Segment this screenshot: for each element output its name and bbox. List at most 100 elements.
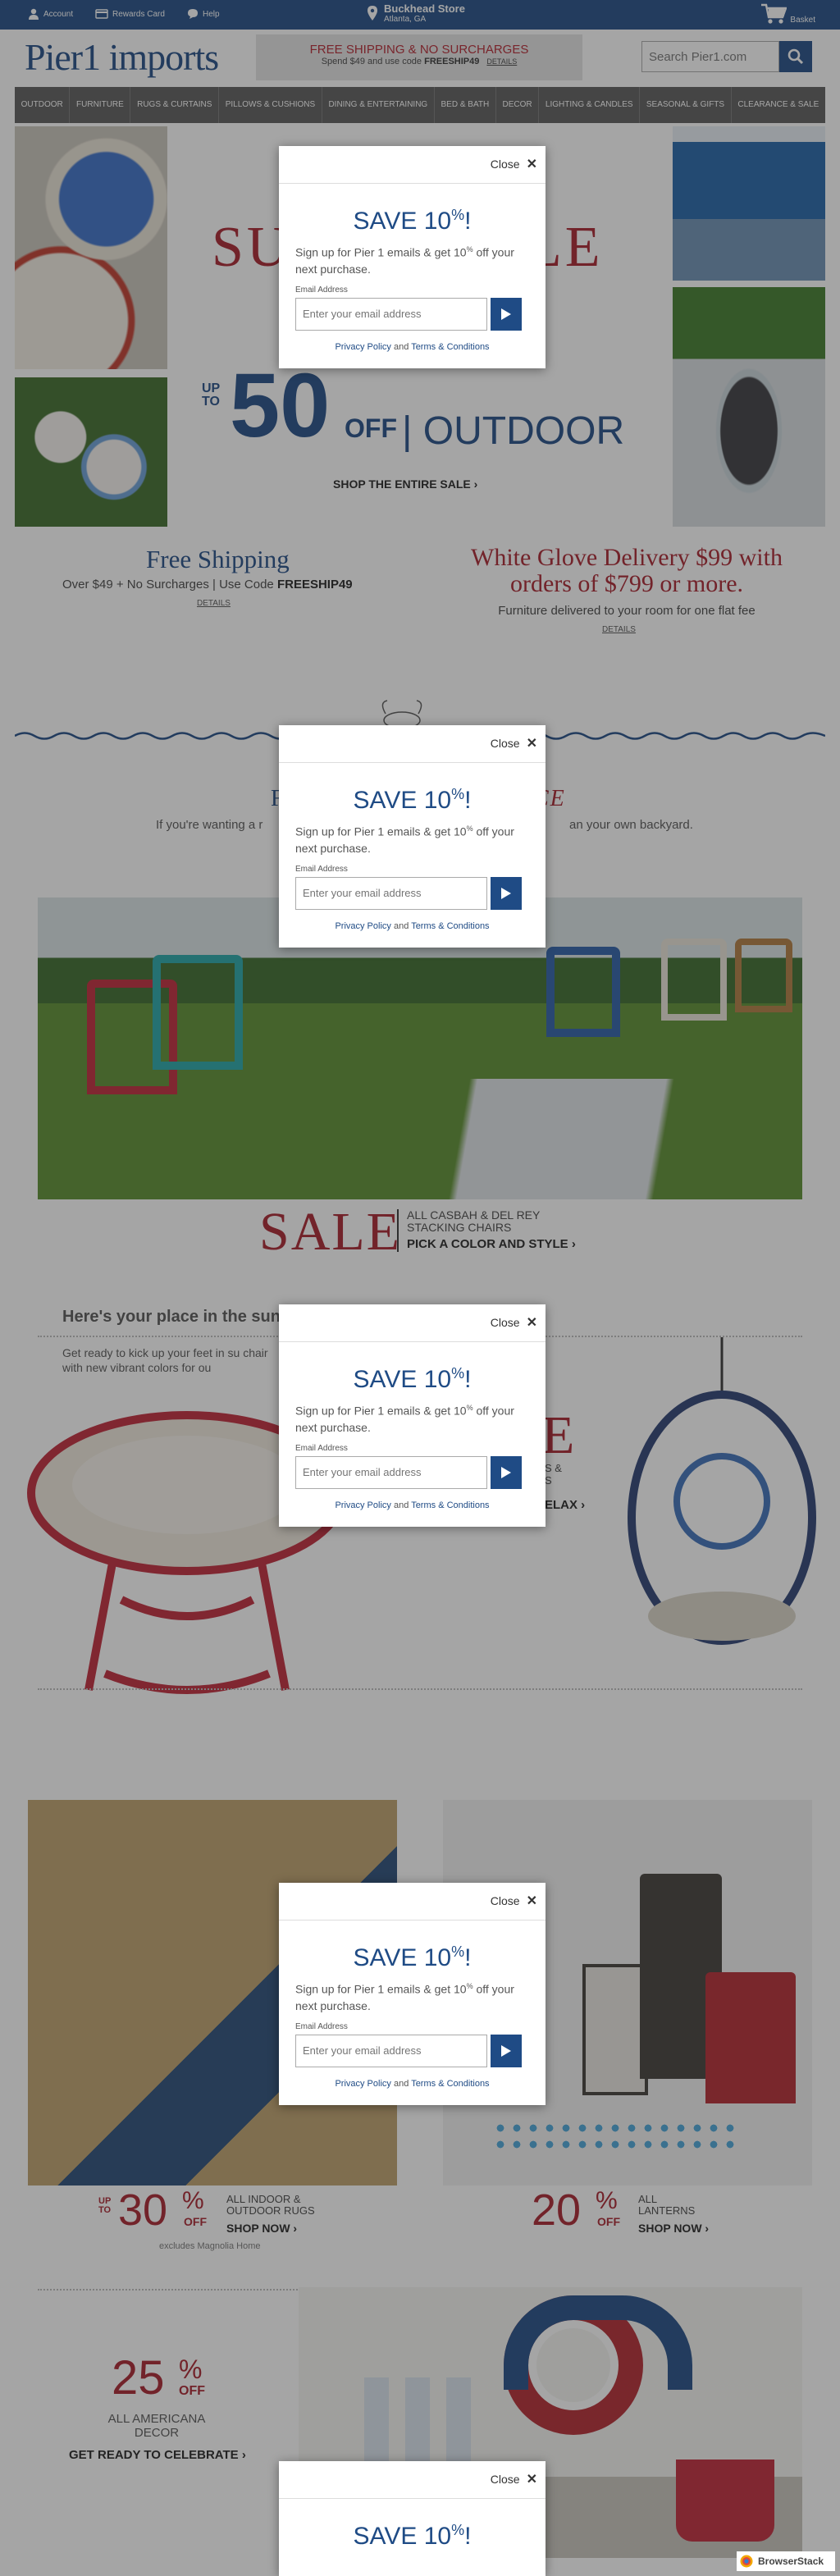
close-button[interactable]: Close ✕ <box>491 2471 537 2487</box>
modal-header: Close ✕ <box>279 1304 546 1342</box>
privacy-policy-link[interactable]: Privacy Policy <box>335 1500 390 1510</box>
email-label: Email Address <box>295 2021 348 2031</box>
privacy-policy-link[interactable]: Privacy Policy <box>335 2079 390 2089</box>
submit-button[interactable] <box>491 876 522 910</box>
modal-header: Close ✕ <box>279 2461 546 2499</box>
play-arrow-icon <box>501 308 511 320</box>
modal-body: SAVE 10%! Sign up for Pier 1 emails & ge… <box>279 1921 546 2105</box>
modal-title-text: SAVE 10 <box>353 1944 452 1971</box>
terms-link[interactable]: Terms & Conditions <box>411 342 489 352</box>
close-button[interactable]: Close ✕ <box>491 156 537 172</box>
email-signup-modal: Close ✕ SAVE 10%! <box>279 2461 546 2576</box>
modal-title: SAVE 10%! <box>295 1939 529 1971</box>
modal-title-end: ! <box>464 2523 472 2550</box>
modal-description: Sign up for Pier 1 emails & get 10% off … <box>295 241 529 277</box>
modal-overlay[interactable] <box>0 0 840 2576</box>
modal-description: Sign up for Pier 1 emails & get 10% off … <box>295 1400 529 1436</box>
modal-legal-links: Privacy Policy and Terms & Conditions <box>295 342 529 352</box>
modal-desc-pre: Sign up for Pier 1 emails & get 10 <box>295 824 467 838</box>
email-form <box>295 1455 529 1489</box>
email-signup-modal: Close ✕ SAVE 10%! Sign up for Pier 1 emai… <box>279 1304 546 1527</box>
close-icon: ✕ <box>526 737 537 751</box>
modal-title-text: SAVE 10 <box>353 2523 452 2550</box>
submit-button[interactable] <box>491 1455 522 1489</box>
modal-title-text: SAVE 10 <box>353 208 452 235</box>
close-label: Close <box>490 158 520 171</box>
and-text: and <box>393 2078 409 2089</box>
browserstack-badge: BrowserStack <box>737 2551 835 2571</box>
close-icon: ✕ <box>526 1894 537 1908</box>
modal-title-sup: % <box>451 1365 465 1382</box>
close-label: Close <box>490 2473 520 2486</box>
browserstack-label: BrowserStack <box>758 2555 824 2567</box>
play-arrow-icon <box>501 887 511 899</box>
close-icon: ✕ <box>526 2473 537 2487</box>
modal-desc-sup: % <box>466 824 473 833</box>
email-label: Email Address <box>295 285 348 295</box>
modal-title-end: ! <box>464 1366 472 1393</box>
page: Account Rewards Card Help Buckhead Store… <box>0 0 840 2576</box>
modal-title-text: SAVE 10 <box>353 787 452 814</box>
modal-desc-pre: Sign up for Pier 1 emails & get 10 <box>295 1404 467 1418</box>
modal-title-sup: % <box>451 786 465 802</box>
modal-title: SAVE 10%! <box>295 1360 529 1393</box>
modal-legal-links: Privacy Policy and Terms & Conditions <box>295 1500 529 1510</box>
email-label: Email Address <box>295 1443 348 1453</box>
modal-title-end: ! <box>464 787 472 814</box>
and-text: and <box>393 920 409 931</box>
email-form <box>295 876 529 910</box>
email-form <box>295 2034 529 2067</box>
email-signup-modal: Close ✕ SAVE 10%! Sign up for Pier 1 emai… <box>279 1883 546 2105</box>
modal-desc-sup: % <box>466 245 473 253</box>
modal-title: SAVE 10%! <box>295 202 529 235</box>
modal-title-sup: % <box>451 2522 465 2538</box>
modal-legal-links: Privacy Policy and Terms & Conditions <box>295 921 529 931</box>
email-input[interactable] <box>295 297 487 331</box>
modal-title: SAVE 10%! <box>295 2517 529 2550</box>
modal-title-sup: % <box>451 207 465 223</box>
close-label: Close <box>490 1894 520 1907</box>
play-arrow-icon <box>501 2044 511 2057</box>
modal-title: SAVE 10%! <box>295 781 529 814</box>
modal-title-text: SAVE 10 <box>353 1366 452 1393</box>
modal-body: SAVE 10%! Sign up for Pier 1 emails & ge… <box>279 763 546 948</box>
privacy-policy-link[interactable]: Privacy Policy <box>335 921 390 931</box>
email-input[interactable] <box>295 1455 487 1489</box>
modal-desc-pre: Sign up for Pier 1 emails & get 10 <box>295 245 467 259</box>
close-button[interactable]: Close ✕ <box>491 1893 537 1909</box>
email-signup-modal: Close ✕ SAVE 10%! Sign up for Pier 1 emai… <box>279 146 546 368</box>
modal-legal-links: Privacy Policy and Terms & Conditions <box>295 2079 529 2089</box>
modal-desc-sup: % <box>466 1404 473 1412</box>
modal-title-sup: % <box>451 1943 465 1960</box>
email-form <box>295 297 529 331</box>
and-text: and <box>393 1500 409 1510</box>
browserstack-logo-icon <box>740 2555 753 2568</box>
close-label: Close <box>490 1316 520 1329</box>
close-icon: ✕ <box>526 158 537 171</box>
terms-link[interactable]: Terms & Conditions <box>411 1500 489 1510</box>
submit-button[interactable] <box>491 297 522 331</box>
modal-desc-pre: Sign up for Pier 1 emails & get 10 <box>295 1982 467 1996</box>
email-label: Email Address <box>295 864 348 874</box>
email-input[interactable] <box>295 876 487 910</box>
close-button[interactable]: Close ✕ <box>491 1314 537 1331</box>
modal-header: Close ✕ <box>279 146 546 184</box>
close-label: Close <box>490 737 520 750</box>
modal-title-end: ! <box>464 208 472 235</box>
modal-desc-sup: % <box>466 1982 473 1990</box>
modal-header: Close ✕ <box>279 1883 546 1921</box>
modal-description: Sign up for Pier 1 emails & get 10% off … <box>295 1978 529 2014</box>
email-input[interactable] <box>295 2034 487 2067</box>
submit-button[interactable] <box>491 2034 522 2067</box>
close-icon: ✕ <box>526 1316 537 1330</box>
play-arrow-icon <box>501 1466 511 1478</box>
close-button[interactable]: Close ✕ <box>491 735 537 751</box>
modal-body: SAVE 10%! Sign up for Pier 1 emails & ge… <box>279 184 546 368</box>
privacy-policy-link[interactable]: Privacy Policy <box>335 342 390 352</box>
modal-body: SAVE 10%! <box>279 2499 546 2566</box>
and-text: and <box>393 341 409 352</box>
modal-title-end: ! <box>464 1944 472 1971</box>
modal-header: Close ✕ <box>279 725 546 763</box>
terms-link[interactable]: Terms & Conditions <box>411 921 489 931</box>
terms-link[interactable]: Terms & Conditions <box>411 2079 489 2089</box>
